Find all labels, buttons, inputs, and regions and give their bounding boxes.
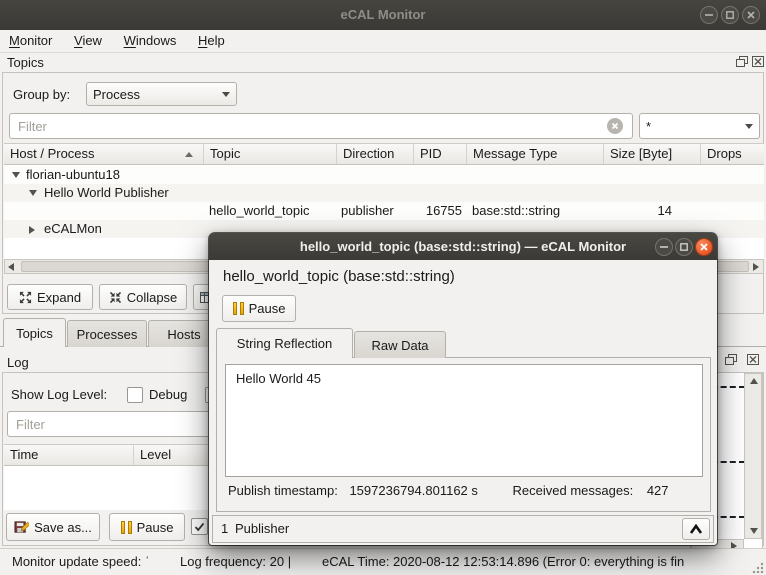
received-messages-value: 427 — [646, 483, 669, 498]
window-title: eCAL Monitor — [340, 7, 426, 22]
scroll-right-icon[interactable] — [753, 263, 759, 271]
tab-string-reflection[interactable]: String Reflection — [216, 328, 353, 358]
scroll-down-icon[interactable] — [750, 528, 758, 534]
log-frequency: Log frequency: 20 | — [180, 554, 292, 569]
topics-dock-title: Topics — [7, 55, 44, 70]
table-row[interactable]: Hello World Publisher — [4, 184, 764, 202]
topic-heading: hello_world_topic (base:std::string) — [223, 268, 455, 285]
dialog-minimize-icon[interactable] — [655, 238, 673, 256]
resize-grip[interactable] — [752, 562, 764, 574]
log-dock-title: Log — [7, 355, 29, 370]
host-cell: florian-ubuntu18 — [26, 167, 120, 182]
column-header-size[interactable]: Size [Byte] — [604, 144, 701, 164]
debug-checkbox[interactable] — [127, 387, 143, 403]
timestamp-row: Publish timestamp: 1597236794.801162 s R… — [228, 483, 669, 498]
right-dock-float-icon[interactable] — [724, 353, 738, 366]
topics-dock-close-icon[interactable] — [751, 55, 765, 68]
tree-expander-expanded-icon[interactable] — [12, 172, 20, 178]
host-cell: Hello World Publisher — [44, 185, 169, 200]
save-as-button[interactable]: Save as... — [6, 513, 100, 541]
status-bar: Monitor update speed: ˈ Log frequency: 2… — [0, 548, 766, 575]
maximize-icon[interactable] — [721, 6, 739, 24]
pid-cell: 16755 — [425, 203, 462, 218]
column-header-host-process[interactable]: Host / Process — [4, 144, 204, 164]
column-header-time[interactable]: Time — [4, 445, 134, 465]
message-text: Hello World 45 — [236, 371, 322, 386]
debug-checkbox-label: Debug — [149, 387, 188, 402]
menu-help[interactable]: Help — [189, 30, 234, 51]
show-log-level-label: Show Log Level: — [11, 387, 108, 402]
column-header-message-type[interactable]: Message Type — [467, 144, 604, 164]
save-icon — [14, 520, 30, 533]
expand-publisher-list-button[interactable] — [682, 518, 710, 540]
expand-button[interactable]: Expand — [7, 284, 93, 310]
menu-view[interactable]: View — [65, 30, 111, 51]
publish-timestamp-label: Publish timestamp: — [228, 483, 338, 498]
topic-dialog: hello_world_topic (base:std::string) — e… — [209, 233, 717, 545]
publish-timestamp-value: 1597236794.801162 s — [349, 483, 478, 498]
chevron-down-icon — [745, 123, 753, 129]
right-dock-close-icon[interactable] — [746, 353, 760, 366]
message-type-cell: base:std::string — [472, 203, 561, 218]
tree-expander-collapsed-icon[interactable] — [29, 226, 35, 234]
close-icon[interactable] — [742, 6, 760, 24]
tab-topics[interactable]: Topics — [3, 318, 66, 347]
log-pause-button[interactable]: Pause — [109, 513, 185, 541]
filter-scope-combobox[interactable]: * — [639, 113, 760, 139]
dialog-close-icon[interactable] — [695, 238, 713, 256]
column-header-topic[interactable]: Topic — [204, 144, 337, 164]
topics-table-header: Host / Process Topic Direction PID Messa… — [4, 143, 764, 165]
scroll-up-icon[interactable] — [750, 378, 758, 384]
column-header-direction[interactable]: Direction — [337, 144, 414, 164]
monitor-update-speed: Monitor update speed: ˈ — [12, 554, 150, 569]
sort-ascending-icon — [185, 151, 193, 157]
topic-cell: hello_world_topic — [209, 203, 310, 218]
dialog-titlebar[interactable]: hello_world_topic (base:std::string) — e… — [209, 233, 717, 260]
column-header-pid[interactable]: PID — [414, 144, 467, 164]
publisher-label: Publisher — [235, 521, 290, 536]
dialog-pause-button[interactable]: Pause — [222, 295, 296, 322]
autoscroll-checkbox[interactable] — [191, 518, 208, 535]
checkmark-icon — [194, 522, 205, 531]
clear-filter-icon[interactable] — [607, 118, 623, 134]
table-row[interactable]: florian-ubuntu18 — [4, 166, 764, 184]
group-by-label: Group by: — [13, 87, 71, 102]
column-header-drops[interactable]: Drops — [701, 144, 764, 164]
table-row[interactable]: hello_world_topic publisher 16755 base:s… — [4, 202, 764, 220]
expand-icon — [19, 291, 32, 303]
minimize-icon[interactable] — [700, 6, 718, 24]
direction-cell: publisher — [341, 203, 394, 218]
dialog-title: hello_world_topic (base:std::string) — e… — [299, 239, 627, 254]
pause-icon — [120, 520, 132, 534]
chevron-up-icon — [689, 524, 703, 534]
collapse-icon — [109, 291, 121, 303]
ecal-monitor-window: eCAL Monitor Monitor View Windows Help T… — [0, 0, 766, 575]
dialog-maximize-icon[interactable] — [675, 238, 693, 256]
received-messages-label: Received messages: — [512, 483, 634, 498]
collapse-button[interactable]: Collapse — [99, 284, 187, 310]
menu-windows[interactable]: Windows — [115, 30, 186, 51]
size-cell: 14 — [657, 203, 672, 218]
scroll-left-icon[interactable] — [8, 263, 14, 271]
main-titlebar[interactable]: eCAL Monitor — [0, 0, 766, 31]
chevron-down-icon — [222, 91, 230, 97]
group-by-combobox[interactable]: Process — [86, 82, 237, 106]
system-info-vscrollbar[interactable] — [744, 373, 762, 539]
menu-bar: Monitor View Windows Help — [0, 30, 766, 53]
publisher-count: 1 — [221, 521, 229, 536]
host-cell: eCALMon — [44, 221, 102, 236]
topics-dock-float-icon[interactable] — [735, 55, 749, 68]
pause-icon — [232, 302, 244, 315]
tab-processes[interactable]: Processes — [67, 320, 147, 347]
message-text-area[interactable]: Hello World 45 — [225, 364, 703, 477]
topics-filter-input[interactable] — [9, 113, 633, 139]
menu-monitor[interactable]: Monitor — [0, 30, 61, 51]
tree-expander-expanded-icon[interactable] — [29, 190, 37, 196]
ecal-time: eCAL Time: 2020-08-12 12:53:14.896 (Erro… — [322, 554, 685, 569]
publisher-bar: 1 Publisher — [212, 515, 714, 543]
tab-raw-data[interactable]: Raw Data — [354, 331, 446, 358]
